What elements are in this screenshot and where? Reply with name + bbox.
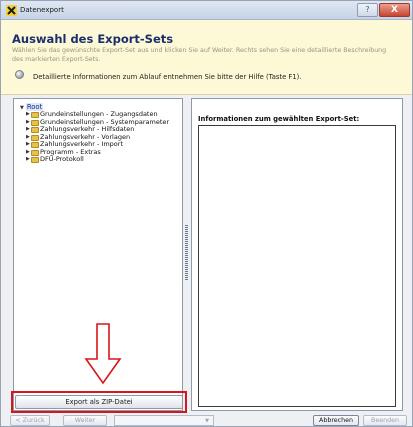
help-hint: Detaillierte Informationen zum Ablauf en…	[33, 73, 302, 81]
export-zip-button[interactable]: Export als ZIP-Datei	[15, 395, 183, 409]
splitter-grip[interactable]	[185, 225, 188, 281]
expand-triangle-icon[interactable]: ▶	[26, 119, 30, 127]
splitter-handle[interactable]	[184, 225, 190, 281]
chevron-down-icon[interactable]: ▼	[205, 418, 209, 424]
folder-icon	[31, 134, 39, 141]
tree-item-dfue-protokoll[interactable]: ▶ DFÜ-Protokoll	[26, 155, 169, 164]
finish-button[interactable]: Beenden	[363, 415, 407, 426]
folder-icon	[31, 112, 39, 118]
details-panel: Informationen zum gewählten Export-Set:	[191, 98, 403, 411]
expand-triangle-icon[interactable]: ▶	[26, 141, 30, 149]
page-title: Auswahl des Export-Sets	[12, 32, 174, 46]
expand-triangle-icon[interactable]: ▶	[26, 156, 30, 164]
next-button[interactable]: Weiter	[63, 415, 107, 426]
export-dialog: Datenexport ? X Auswahl des Export-Sets …	[0, 0, 413, 427]
folder-icon	[31, 142, 39, 148]
collapse-triangle-icon[interactable]: ▼	[20, 105, 24, 111]
expand-triangle-icon[interactable]: ▶	[26, 149, 30, 157]
window-title: Datenexport	[20, 6, 64, 14]
tree-list: ▶ Grundeinstellungen - Zugangsdaten ▶ Grun…	[26, 110, 169, 164]
expand-triangle-icon[interactable]: ▶	[26, 134, 30, 142]
folder-icon	[31, 119, 39, 126]
close-button[interactable]: X	[379, 3, 410, 17]
expand-triangle-icon[interactable]: ▶	[26, 111, 30, 119]
folder-icon	[31, 127, 39, 133]
folder-icon	[31, 157, 39, 163]
cancel-button[interactable]: Abbrechen	[313, 415, 359, 426]
option-select[interactable]: ▼	[114, 415, 214, 426]
back-button[interactable]: < Zurück	[10, 415, 50, 426]
info-icon	[15, 70, 24, 79]
export-x-icon	[6, 5, 17, 16]
title-bar: Datenexport ? X	[1, 1, 412, 20]
down-arrow-annotation-icon	[84, 323, 122, 385]
tree-item-label: DFÜ-Protokoll	[40, 155, 84, 163]
expand-triangle-icon[interactable]: ▶	[26, 126, 30, 134]
page-description: Wählen Sie das gewünschte Export-Set aus…	[12, 47, 387, 63]
help-button[interactable]: ?	[357, 3, 378, 17]
details-label: Informationen zum gewählten Export-Set:	[198, 115, 360, 123]
details-textbox[interactable]	[198, 125, 396, 407]
folder-icon	[31, 149, 39, 156]
page-header: Auswahl des Export-Sets Wählen Sie das g…	[1, 20, 412, 95]
